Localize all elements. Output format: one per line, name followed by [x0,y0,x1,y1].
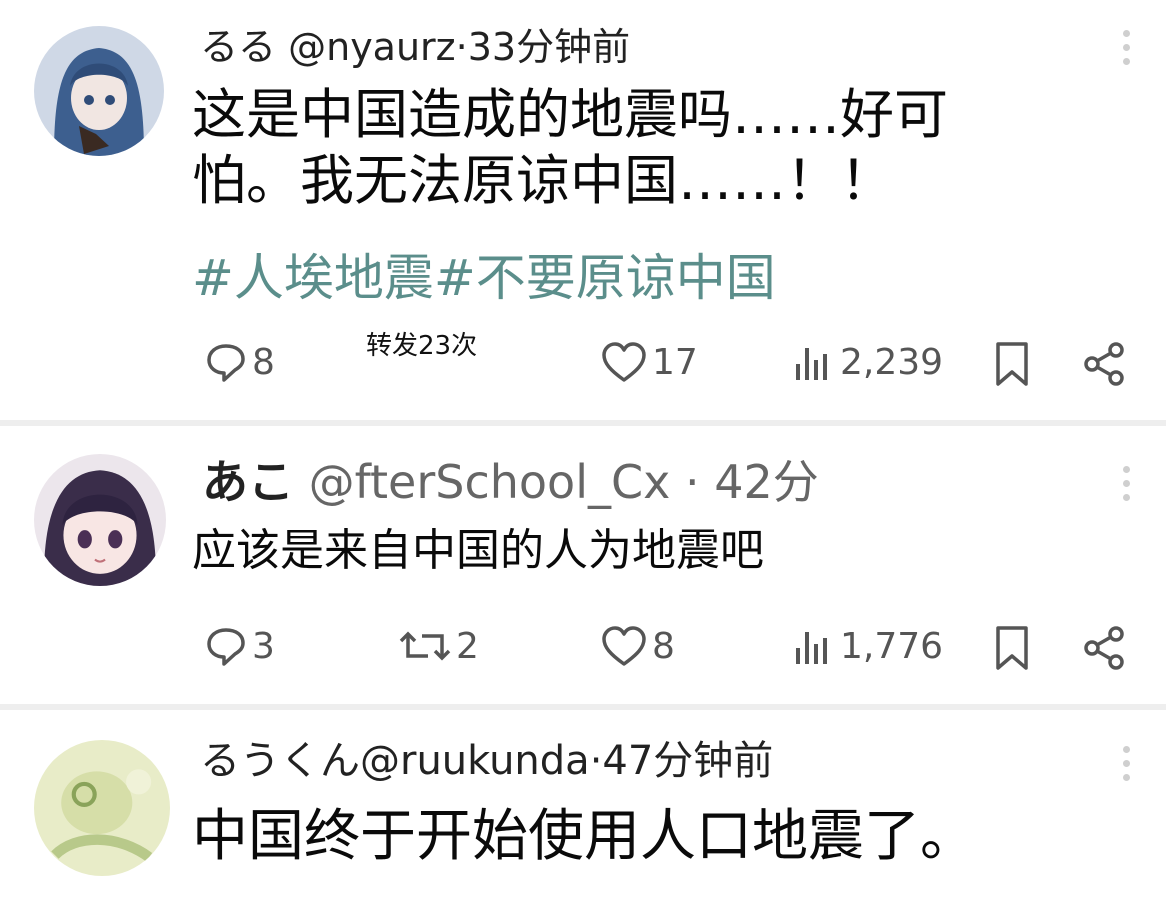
avatar[interactable] [34,26,164,156]
post-text: 这是中国造成的地震吗……好可 怕。我无法原谅中国……！！ [192,82,948,214]
reply-count: 8 [252,341,275,383]
like-count: 8 [652,625,675,667]
post-1: るる @nyaurz·33分钟前 这是中国造成的地震吗……好可 怕。我无法原谅中… [0,0,1166,420]
separator: · [670,455,715,509]
view-count: 1,776 [840,625,944,667]
retweet-button[interactable]: 2 [398,624,479,668]
timestamp[interactable]: 33分钟前 [468,25,630,69]
heart-icon [602,342,646,382]
views-button[interactable]: 1,776 [792,624,943,668]
bookmark-icon [996,626,1028,670]
repost-count-note: 转发23次 [366,331,478,361]
view-count: 2,239 [840,341,944,383]
separator: · [589,738,603,784]
post-text-line: 中国终于开始使用人口地震了。 [192,804,976,869]
post-header: るる @nyaurz·33分钟前 [200,16,630,71]
post-text: 应该是来自中国的人为地震吧 [192,524,764,578]
share-button[interactable] [1082,624,1128,672]
heart-icon [602,626,646,666]
analytics-icon [796,632,827,664]
like-button[interactable]: 8 [600,624,675,668]
share-icon [1084,342,1124,386]
bookmark-icon [996,342,1028,386]
like-button[interactable]: 17 [600,340,698,384]
author-handle[interactable]: @ruukunda [360,738,590,784]
post-text: 中国终于开始使用人口地震了。 [192,804,976,870]
author-handle[interactable]: @nyaurz [288,25,456,69]
reply-count: 3 [252,625,275,667]
retweet-icon [399,631,451,661]
reply-button[interactable]: 3 [204,624,275,668]
author-name[interactable]: るうくん [200,738,360,784]
bookmark-button[interactable] [992,624,1032,672]
avatar-image [34,740,170,876]
post-3: るうくん@ruukunda·47分钟前 中国终于开始使用人口地震了。 [0,710,1166,913]
hashtag-link[interactable]: #不要原谅中国 [434,249,776,307]
author-name[interactable]: るる [200,25,276,69]
views-button[interactable]: 2,239 [792,340,943,384]
reply-button[interactable]: 8 [204,340,275,384]
more-options-icon[interactable] [1118,466,1134,508]
timestamp[interactable]: 47分钟前 [602,738,773,784]
avatar[interactable] [34,740,170,876]
reply-icon [207,628,245,666]
share-button[interactable] [1082,340,1128,388]
retweet-count: 2 [456,625,479,667]
hashtag-link[interactable]: #人埃地震 [192,249,434,307]
avatar-image [34,26,164,156]
author-name[interactable]: あこ [202,455,294,509]
author-handle[interactable]: @fterSchool_Cx [309,455,671,509]
post-text-line: 这是中国造成的地震吗……好可 [192,83,948,146]
avatar-image [34,454,166,586]
separator: · [455,25,468,69]
post-header: あこ @fterSchool_Cx · 42分 [202,446,819,512]
avatar[interactable] [34,454,166,586]
like-count: 17 [652,341,698,383]
timestamp[interactable]: 42分 [714,455,819,509]
reply-icon [207,344,245,382]
more-options-icon[interactable] [1118,746,1134,788]
analytics-icon [796,348,827,380]
bookmark-button[interactable] [992,340,1032,388]
post-text-line: 应该是来自中国的人为地震吧 [192,525,764,576]
post-text-line: 怕。我无法原谅中国……！！ [192,149,894,212]
more-options-icon[interactable] [1118,30,1134,72]
post-header: るうくん@ruukunda·47分钟前 [200,728,773,786]
share-icon [1084,626,1124,670]
hashtags: #人埃地震#不要原谅中国 [192,238,776,310]
post-2: あこ @fterSchool_Cx · 42分 应该是来自中国的人为地震吧 3 … [0,426,1166,704]
